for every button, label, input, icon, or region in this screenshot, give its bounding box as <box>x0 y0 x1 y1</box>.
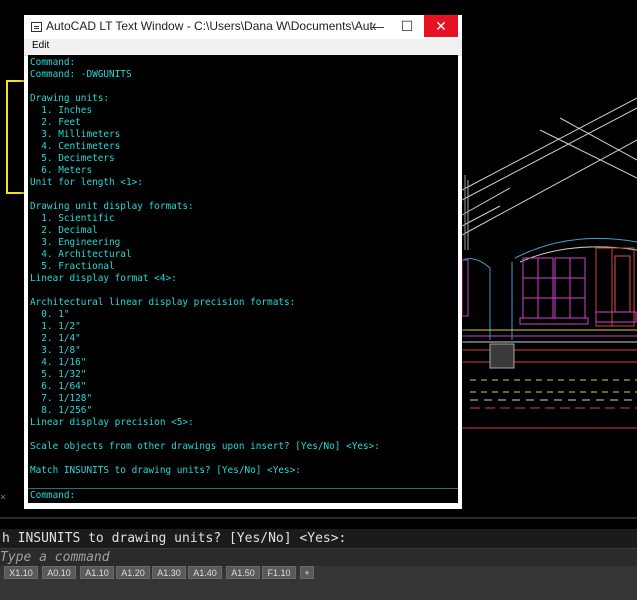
layout-tab[interactable]: A1.30 <box>152 566 186 579</box>
layout-tab[interactable]: A1.40 <box>188 566 222 579</box>
text-window-icon <box>31 22 42 32</box>
text-window-command-row[interactable]: Command: <box>28 488 458 503</box>
close-button[interactable]: ✕ <box>424 15 458 37</box>
menu-item-edit[interactable]: Edit <box>32 40 49 51</box>
window-titlebar[interactable]: AutoCAD LT Text Window - C:\Users\Dana W… <box>24 15 462 39</box>
layout-tab[interactable]: A1.50 <box>226 566 260 579</box>
command-prompt-label: Command: <box>30 490 76 501</box>
layout-tab[interactable]: A1.10 <box>80 566 114 579</box>
layout-tab-bar: X1.10 A0.10 A1.10 A1.20 A1.30 A1.40 A1.50 F1.10… <box>0 566 637 600</box>
command-input[interactable] <box>0 549 630 566</box>
layout-tab[interactable]: A1.20 <box>116 566 150 579</box>
axis-marker-icon: × <box>0 492 7 503</box>
command-line-history: h INSUNITS to drawing units? [Yes/No] <Y… <box>0 529 637 549</box>
command-line-bar <box>0 548 637 567</box>
layout-tab[interactable]: A0.10 <box>42 566 76 579</box>
minimize-button[interactable]: — <box>362 15 392 37</box>
maximize-button[interactable]: ☐ <box>392 15 422 37</box>
add-layout-tab-button[interactable]: + <box>300 566 314 579</box>
text-window: AutoCAD LT Text Window - C:\Users\Dana W… <box>24 15 462 509</box>
command-history-text: Command: Command: -DWGUNITS Drawing unit… <box>30 57 380 476</box>
layout-tab[interactable]: X1.10 <box>4 566 38 579</box>
menu-bar: Edit <box>24 39 462 56</box>
command-history-area[interactable]: Command: Command: -DWGUNITS Drawing unit… <box>28 55 458 503</box>
layout-tab[interactable]: F1.10 <box>262 566 296 579</box>
window-title: AutoCAD LT Text Window - C:\Users\Dana W… <box>46 19 376 33</box>
